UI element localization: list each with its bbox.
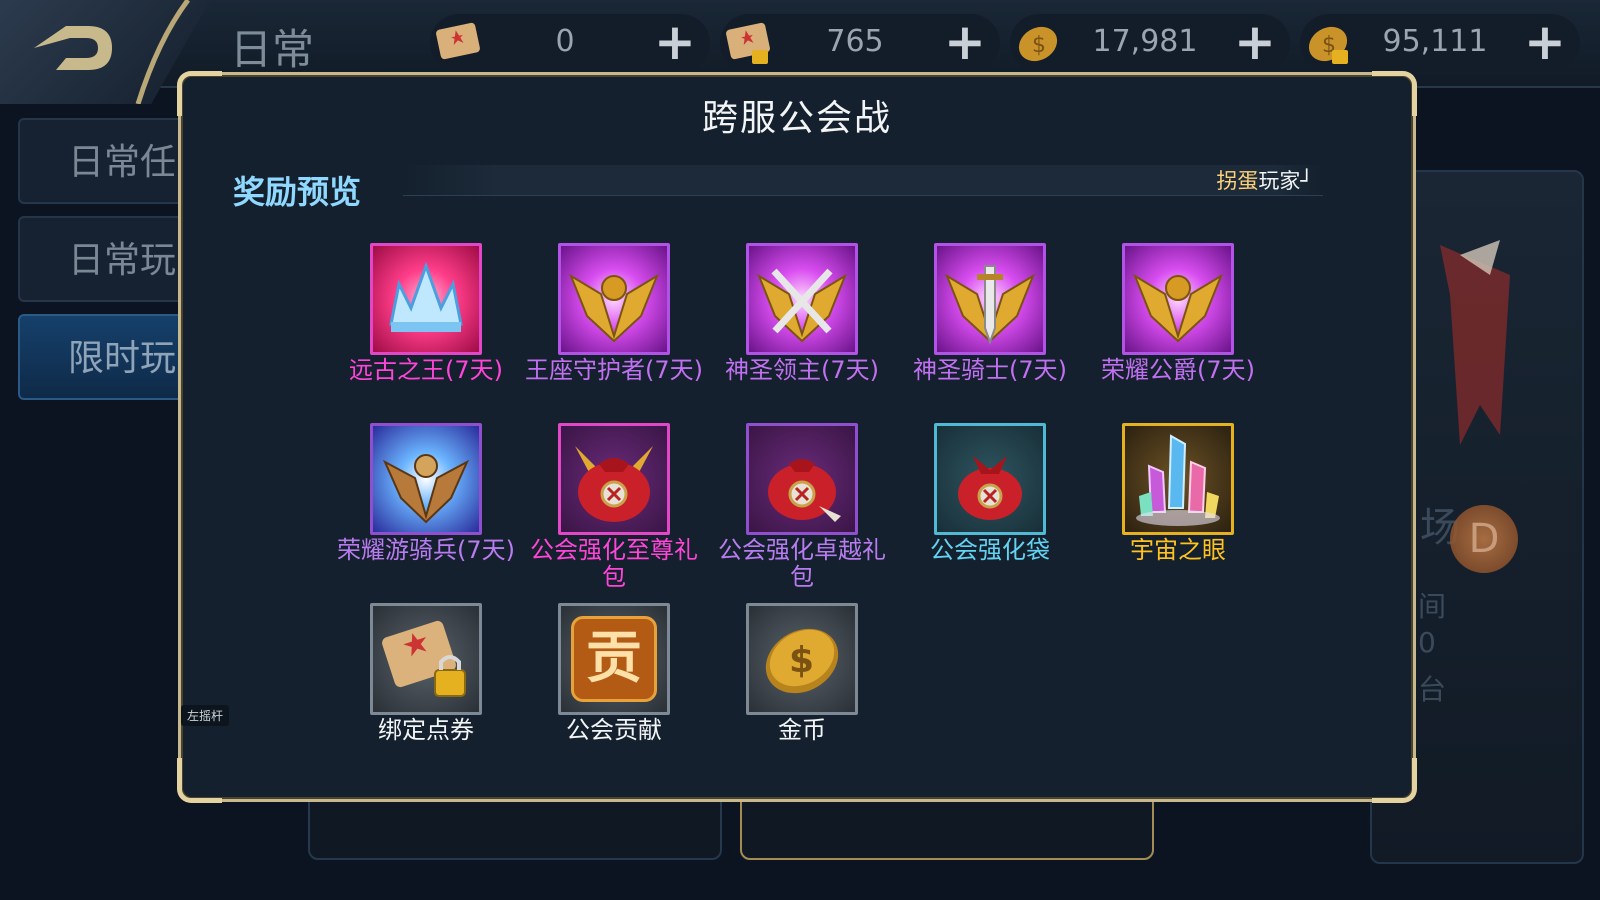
add-resource-button[interactable]: + — [652, 17, 698, 67]
winged-helm-icon — [1122, 243, 1234, 355]
reward-item[interactable]: 荣耀游骑兵(7天) — [331, 423, 521, 564]
add-resource-button[interactable]: + — [942, 17, 988, 67]
reward-item[interactable]: 公会强化至尊礼包 — [519, 423, 709, 591]
winged-sword-badge-icon — [934, 243, 1046, 355]
marquee-highlight: 拐蛋 — [1216, 169, 1259, 193]
reward-name: 绑定点券 — [378, 716, 474, 744]
reward-item[interactable]: 公会强化袋 — [895, 423, 1085, 564]
crossed-swords-badge-icon — [746, 243, 858, 355]
background-text: 间 — [1418, 590, 1447, 623]
reward-name: 金币 — [778, 716, 826, 744]
background-text: 台 — [1418, 673, 1447, 706]
resource-value: 17,981 — [1092, 24, 1198, 59]
gift-bag-icon — [746, 423, 858, 535]
page-title: 日常 — [230, 25, 315, 74]
reward-item[interactable]: 神圣骑士(7天) — [895, 243, 1085, 384]
resource-scroll: 0 + — [430, 14, 710, 72]
contribution-glyph: 贡 — [571, 616, 657, 702]
marquee-text: 拐蛋玩家┘ — [1216, 165, 1313, 195]
resource-value: 765 — [826, 24, 884, 59]
locked-scroll-icon — [726, 22, 770, 64]
reward-name: 王座守护者(7天) — [525, 356, 703, 384]
reward-item[interactable]: 神圣领主(7天) — [707, 243, 897, 384]
reward-name: 神圣领主(7天) — [725, 356, 879, 384]
winged-orb-badge-icon — [370, 423, 482, 535]
gold-coin-icon: $ — [1018, 26, 1058, 62]
reward-name: 神圣骑士(7天) — [913, 356, 1067, 384]
red-bag-icon — [934, 423, 1046, 535]
winged-gift-bag-icon — [558, 423, 670, 535]
modal-title: 跨服公会战 — [701, 98, 892, 139]
reward-item[interactable]: 远古之王(7天) — [331, 243, 521, 384]
reward-preview-modal: 跨服公会战 奖励预览 拐蛋玩家┘ 左摇杆 远古之王(7天) 王座守护者(7天) — [177, 71, 1417, 803]
resource-value: 0 — [555, 24, 575, 59]
locked-coin-icon: $ — [1308, 26, 1348, 64]
reward-name: 公会强化卓越礼包 — [718, 536, 886, 591]
frame-corner — [1372, 758, 1417, 803]
resource-locked-scroll: 765 + — [720, 14, 1000, 72]
reward-item[interactable]: 贡 公会贡献 — [519, 603, 709, 744]
joystick-label[interactable]: 左摇杆 — [181, 705, 230, 726]
gold-coin-icon: $ — [746, 603, 858, 715]
reward-name: 公会强化至尊礼包 — [530, 536, 698, 591]
reward-name: 远古之王(7天) — [349, 356, 503, 384]
banner-icon — [1440, 240, 1510, 445]
marquee-rest: 玩家┘ — [1258, 169, 1313, 193]
reward-item[interactable]: 绑定点券 — [331, 603, 521, 744]
back-arrow-icon — [34, 26, 112, 70]
reward-item[interactable]: 公会强化卓越礼包 — [707, 423, 897, 591]
ice-crown-icon — [370, 243, 482, 355]
reward-name: 公会强化袋 — [930, 536, 1050, 564]
reward-item[interactable]: 荣耀公爵(7天) — [1083, 243, 1273, 384]
announcement-marquee: 拐蛋玩家┘ — [403, 165, 1323, 196]
reward-item[interactable]: 宇宙之眼 — [1083, 423, 1273, 564]
background-text: 0 — [1418, 626, 1436, 659]
frame-corner — [177, 758, 222, 803]
winged-helm-icon — [558, 243, 670, 355]
add-resource-button[interactable]: + — [1522, 17, 1568, 67]
contribution-icon: 贡 — [558, 603, 670, 715]
reward-item[interactable]: 王座守护者(7天) — [519, 243, 709, 384]
reward-name: 荣耀公爵(7天) — [1101, 356, 1255, 384]
svg-text:$: $ — [1032, 33, 1046, 58]
crystal-cluster-icon — [1122, 423, 1234, 535]
reward-name: 荣耀游骑兵(7天) — [337, 536, 515, 564]
reward-name: 公会贡献 — [566, 716, 662, 744]
reward-item[interactable]: $ 金币 — [707, 603, 897, 744]
reward-name: 宇宙之眼 — [1130, 536, 1226, 564]
resource-value: 95,111 — [1382, 24, 1488, 59]
scroll-icon — [436, 22, 480, 60]
add-resource-button[interactable]: + — [1232, 17, 1278, 67]
resource-locked-gold: $ 95,111 + — [1300, 14, 1580, 72]
section-label: 奖励预览 — [233, 173, 362, 211]
d-badge-icon[interactable]: D — [1450, 505, 1518, 573]
resource-gold: $ 17,981 + — [1010, 14, 1290, 72]
locked-scroll-icon — [370, 603, 482, 715]
svg-text:$: $ — [789, 640, 814, 681]
